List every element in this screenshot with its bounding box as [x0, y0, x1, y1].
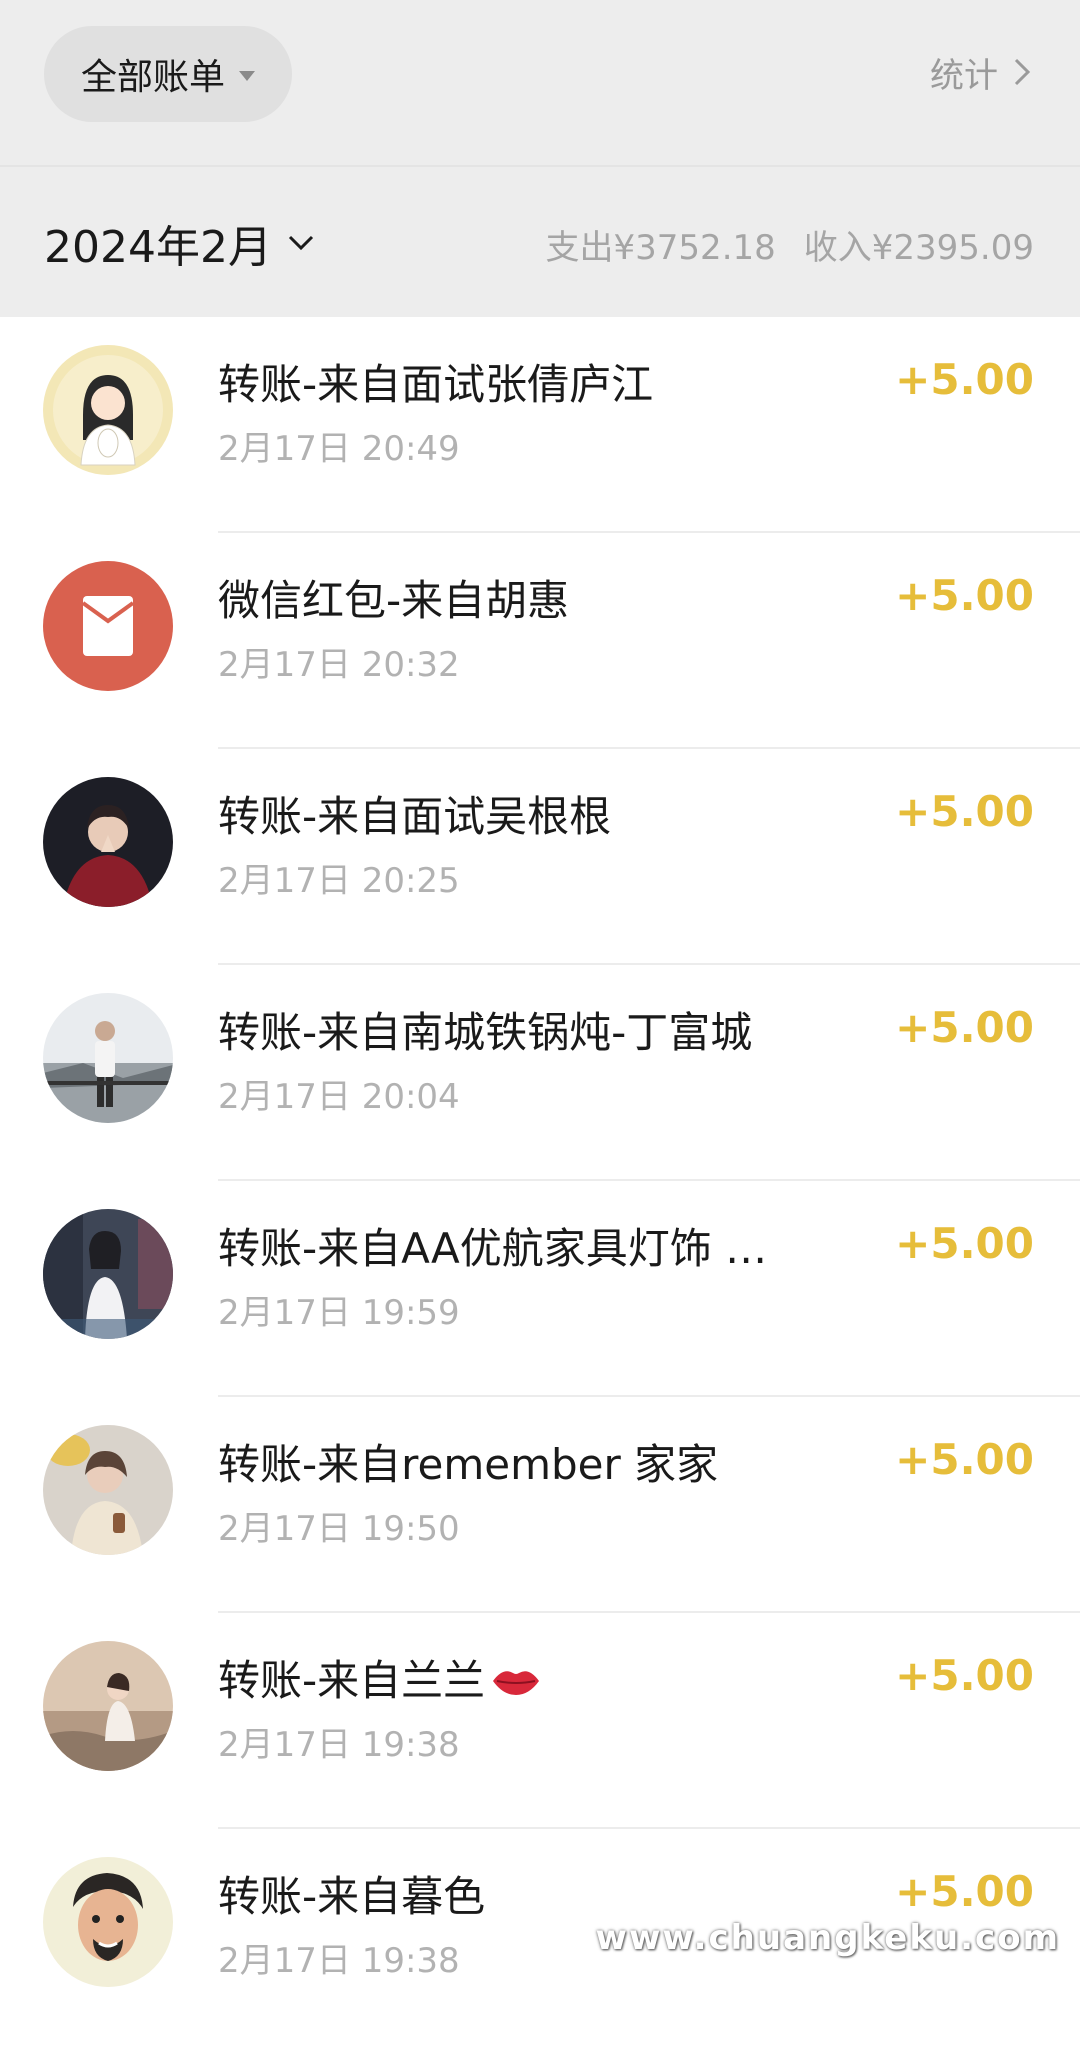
transaction-amount: +5.00	[895, 1651, 1034, 1700]
bill-filter-label: 全部账单	[80, 57, 225, 98]
bill-filter-dropdown[interactable]: 全部账单	[44, 26, 292, 122]
transaction-amount: +5.00	[895, 1003, 1034, 1052]
transaction-title: 转账-来自暮色	[218, 1872, 486, 1921]
red-packet-icon	[43, 561, 173, 691]
transaction-time: 2月17日 20:04	[218, 1077, 460, 1117]
transaction-title-text: 转账-来自兰兰	[218, 1656, 486, 1705]
transaction-title: 转账-来自南城铁锅炖-丁富城	[218, 1008, 753, 1057]
month-label: 2024年2月	[44, 222, 272, 273]
chevron-down-icon	[288, 235, 314, 251]
transaction-amount: +5.00	[895, 1219, 1034, 1268]
transaction-row[interactable]: 转账-来自兰兰 2月17日 19:38 +5.00	[0, 1613, 1080, 1829]
transaction-title: 微信红包-来自胡惠	[218, 576, 570, 625]
avatar-photo	[43, 777, 173, 907]
transaction-time: 2月17日 19:38	[218, 1941, 460, 1981]
transaction-amount: +5.00	[895, 1435, 1034, 1484]
transaction-row[interactable]: 转账-来自面试吴根根 2月17日 20:25 +5.00	[0, 749, 1080, 965]
transaction-title: 转账-来自兰兰	[218, 1647, 818, 1708]
transaction-title: 转账-来自面试张倩庐江	[218, 360, 654, 409]
watermark: www.chuangkeku.com	[595, 1918, 1060, 1958]
transaction-row[interactable]: 微信红包-来自胡惠 2月17日 20:32 +5.00	[0, 533, 1080, 749]
transaction-time: 2月17日 20:25	[218, 861, 460, 901]
transaction-time: 2月17日 19:50	[218, 1509, 460, 1549]
avatar-photo	[43, 1641, 173, 1771]
avatar-illustration-girl	[43, 345, 173, 475]
transaction-time: 2月17日 19:59	[218, 1293, 460, 1333]
transaction-time: 2月17日 20:49	[218, 429, 460, 469]
chevron-right-icon	[1014, 58, 1031, 86]
stats-link[interactable]: 统计	[930, 46, 1034, 98]
avatar-photo	[43, 1209, 173, 1339]
expense-total: 支出¥3752.18	[545, 227, 776, 268]
month-selector[interactable]: 2024年2月	[44, 213, 316, 273]
transaction-title: 转账-来自AA优航家具灯饰 …	[218, 1224, 768, 1273]
transaction-title: 转账-来自面试吴根根	[218, 792, 612, 841]
month-summary: 支出¥3752.18 收入¥2395.09	[546, 219, 1034, 269]
avatar-photo	[43, 993, 173, 1123]
stats-label: 统计	[930, 55, 998, 96]
transaction-row[interactable]: 转账-来自AA优航家具灯饰 … 2月17日 19:59 +5.00	[0, 1181, 1080, 1397]
transaction-amount: +5.00	[895, 1867, 1034, 1916]
transaction-time: 2月17日 20:32	[218, 645, 460, 685]
income-total: 收入¥2395.09	[803, 227, 1034, 268]
month-bar: 2024年2月 支出¥3752.18 收入¥2395.09	[0, 167, 1080, 317]
transaction-row[interactable]: 转账-来自remember 家家 2月17日 19:50 +5.00	[0, 1397, 1080, 1613]
top-bar: 全部账单 统计	[0, 0, 1080, 165]
transaction-list: 转账-来自面试张倩庐江 2月17日 20:49 +5.00 微信红包-来自胡惠 …	[0, 317, 1080, 2045]
transaction-row[interactable]: 转账-来自面试张倩庐江 2月17日 20:49 +5.00	[0, 317, 1080, 533]
transaction-amount: +5.00	[895, 787, 1034, 836]
lips-icon	[493, 1671, 540, 1695]
transaction-amount: +5.00	[895, 355, 1034, 404]
transaction-row[interactable]: 转账-来自南城铁锅炖-丁富城 2月17日 20:04 +5.00	[0, 965, 1080, 1181]
transaction-time: 2月17日 19:38	[218, 1725, 460, 1765]
avatar-cartoon-man	[43, 1857, 173, 1987]
transaction-amount: +5.00	[895, 571, 1034, 620]
transaction-title: 转账-来自remember 家家	[218, 1440, 719, 1489]
caret-down-icon	[239, 71, 255, 81]
avatar-photo	[43, 1425, 173, 1555]
